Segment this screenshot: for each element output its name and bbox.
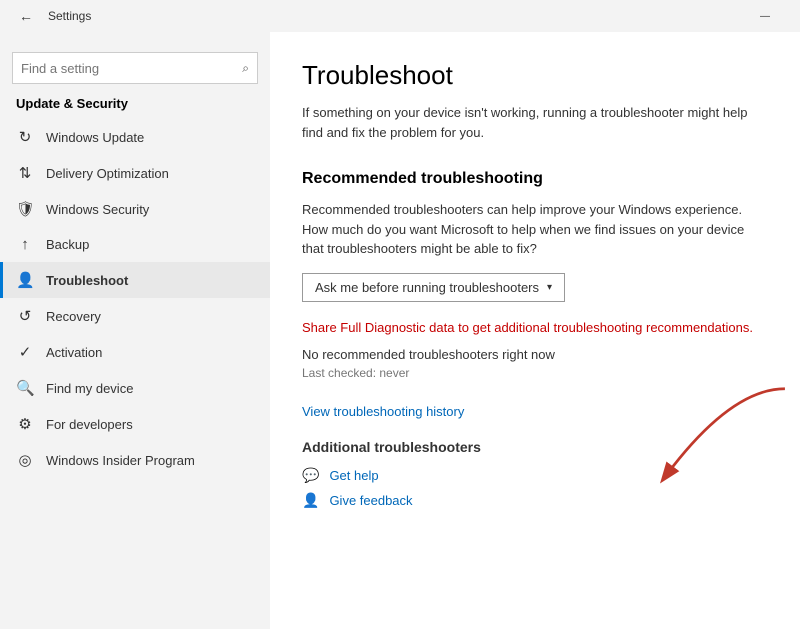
minimize-button[interactable]: —: [742, 0, 788, 32]
main-content: Troubleshoot If something on your device…: [270, 32, 800, 629]
windows-security-icon: 🛡: [16, 200, 34, 218]
sidebar-item-label: Activation: [46, 345, 102, 360]
developers-icon: ⚙: [16, 415, 34, 433]
titlebar: ← Settings —: [0, 0, 800, 32]
sidebar-item-for-developers[interactable]: ⚙ For developers: [0, 406, 270, 442]
sidebar-section-header: Update & Security: [0, 92, 270, 119]
chevron-down-icon: ▾: [547, 282, 552, 293]
recommended-section-desc: Recommended troubleshooters can help imp…: [302, 200, 768, 259]
page-description: If something on your device isn't workin…: [302, 103, 768, 142]
page-title: Troubleshoot: [302, 60, 768, 91]
give-feedback-link[interactable]: 👤 Give feedback: [302, 492, 768, 509]
dropdown-label: Ask me before running troubleshooters: [315, 280, 539, 295]
activation-icon: ✓: [16, 343, 34, 361]
find-device-icon: 🔍: [16, 379, 34, 397]
sidebar-item-activation[interactable]: ✓ Activation: [0, 334, 270, 370]
get-help-label: Get help: [329, 468, 378, 483]
additional-section-title: Additional troubleshooters: [302, 439, 768, 455]
sidebar-item-label: Windows Security: [46, 202, 149, 217]
sidebar-item-windows-security[interactable]: 🛡 Windows Security: [0, 191, 270, 227]
sidebar-item-label: Windows Update: [46, 130, 144, 145]
backup-icon: ↑: [16, 236, 34, 253]
recommended-section-title: Recommended troubleshooting: [302, 170, 768, 188]
delivery-optimization-icon: ⇅: [16, 164, 34, 182]
sidebar-item-label: Windows Insider Program: [46, 453, 195, 468]
minimize-icon: —: [760, 11, 770, 22]
sidebar-item-label: Delivery Optimization: [46, 166, 169, 181]
sidebar-item-label: Recovery: [46, 309, 101, 324]
troubleshooter-dropdown[interactable]: Ask me before running troubleshooters ▾: [302, 273, 565, 302]
troubleshoot-icon: 👤: [16, 271, 34, 289]
sidebar-item-windows-update[interactable]: ↻ Windows Update: [0, 119, 270, 155]
no-troubleshooters-status: No recommended troubleshooters right now: [302, 347, 768, 362]
insider-icon: ◎: [16, 451, 34, 469]
windows-update-icon: ↻: [16, 128, 34, 146]
sidebar-item-backup[interactable]: ↑ Backup: [0, 227, 270, 262]
sidebar-nav-top: [0, 32, 270, 48]
sidebar-item-label: Troubleshoot: [46, 273, 128, 288]
sidebar-item-recovery[interactable]: ↺ Recovery: [0, 298, 270, 334]
back-button[interactable]: ←: [12, 2, 40, 30]
sidebar-item-label: Find my device: [46, 381, 133, 396]
titlebar-left: ← Settings: [12, 2, 91, 30]
sidebar-item-label: For developers: [46, 417, 133, 432]
get-help-link[interactable]: 💬 Get help: [302, 467, 768, 484]
back-icon: ←: [19, 8, 33, 24]
window-title: Settings: [48, 9, 91, 23]
diagnostic-data-link[interactable]: Share Full Diagnostic data to get additi…: [302, 318, 753, 338]
sidebar-item-troubleshoot[interactable]: 👤 Troubleshoot: [0, 262, 270, 298]
app-container: ⌕ Update & Security ↻ Windows Update ⇅ D…: [0, 32, 800, 629]
sidebar-item-windows-insider[interactable]: ◎ Windows Insider Program: [0, 442, 270, 478]
view-history-link[interactable]: View troubleshooting history: [302, 404, 768, 419]
search-box[interactable]: ⌕: [12, 52, 258, 84]
give-feedback-label: Give feedback: [329, 493, 412, 508]
sidebar-item-find-my-device[interactable]: 🔍 Find my device: [0, 370, 270, 406]
search-input[interactable]: [21, 61, 242, 76]
sidebar-item-label: Backup: [46, 237, 89, 252]
get-help-icon: 💬: [302, 467, 319, 484]
sidebar: ⌕ Update & Security ↻ Windows Update ⇅ D…: [0, 32, 270, 629]
give-feedback-icon: 👤: [302, 492, 319, 509]
window-controls: —: [742, 0, 788, 32]
last-checked-text: Last checked: never: [302, 366, 768, 380]
recovery-icon: ↺: [16, 307, 34, 325]
search-icon: ⌕: [242, 61, 249, 76]
sidebar-item-delivery-optimization[interactable]: ⇅ Delivery Optimization: [0, 155, 270, 191]
